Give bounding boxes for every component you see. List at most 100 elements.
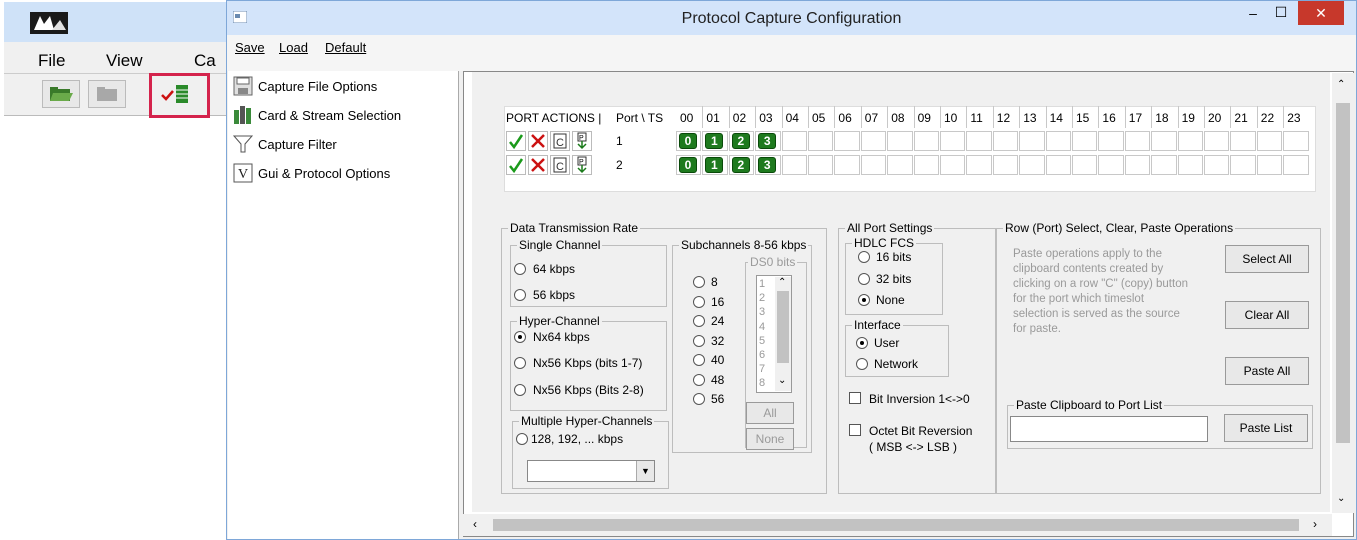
radio-64kbps[interactable] [514,263,526,275]
timeslot-cell[interactable]: 1 [702,155,728,175]
menu-save[interactable]: Save [235,40,265,55]
timeslot-header[interactable]: 15 [1076,111,1089,125]
timeslot-cell[interactable] [834,155,860,175]
timeslot-cell[interactable] [1124,131,1151,151]
nav-item-gui-protocol-options[interactable]: V Gui & Protocol Options [232,162,457,186]
timeslot-header[interactable]: 10 [944,111,957,125]
minimize-button[interactable]: – [1242,1,1264,25]
timeslot-header[interactable]: 03 [759,111,772,125]
radio-user[interactable] [856,337,868,349]
scroll-down-icon[interactable]: ⌄ [778,375,786,386]
row-action-check-button[interactable] [506,155,526,175]
timeslot-cell[interactable] [1072,131,1098,151]
timeslot-header[interactable]: 00 [680,111,693,125]
radio-16-bits[interactable] [858,251,870,263]
menu-view[interactable]: View [106,51,143,71]
timeslot-cell[interactable] [1019,131,1045,151]
ds0-all-button[interactable]: All [746,402,794,424]
timeslot-header[interactable]: 09 [918,111,931,125]
timeslot-header[interactable]: 17 [1129,111,1142,125]
timeslot-cell[interactable] [1151,155,1177,175]
octet-reversal-checkbox[interactable] [849,424,861,436]
timeslot-cell[interactable] [1177,131,1203,151]
timeslot-cell[interactable] [1151,131,1177,151]
row-action-check-button[interactable] [506,131,526,151]
timeslot-cell[interactable] [940,155,966,175]
radio-56kbps[interactable] [514,289,526,301]
timeslot-header[interactable]: 23 [1287,111,1300,125]
timeslot-cell[interactable]: 2 [728,155,755,175]
timeslot-cell[interactable] [966,131,992,151]
timeslot-cell[interactable] [1098,155,1124,175]
timeslot-cell[interactable] [1045,155,1071,175]
scroll-up-icon[interactable]: ⌃ [778,277,786,288]
vertical-scrollbar[interactable]: ⌃ ⌄ [1332,73,1354,513]
timeslot-cell[interactable] [1256,155,1283,175]
timeslot-header[interactable]: 11 [970,111,982,125]
scroll-down-icon[interactable]: ⌄ [1337,493,1345,504]
ds0-none-button[interactable]: None [746,428,794,450]
menu-file[interactable]: File [38,51,65,71]
timeslot-cell[interactable] [860,155,887,175]
timeslot-header[interactable]: 05 [812,111,825,125]
timeslot-cell[interactable] [1019,155,1045,175]
timeslot-header[interactable]: 20 [1208,111,1221,125]
timeslot-header[interactable]: 01 [706,111,719,125]
timeslot-cell[interactable] [940,131,966,151]
scroll-right-icon[interactable]: › [1313,517,1317,531]
ds0-scroll-thumb[interactable] [777,291,789,363]
timeslot-cell[interactable] [1256,131,1283,151]
timeslot-header[interactable]: 04 [786,111,799,125]
timeslot-cell[interactable]: 0 [676,131,702,151]
radio-32-bits[interactable] [858,273,870,285]
timeslot-header[interactable]: 08 [891,111,904,125]
timeslot-header[interactable]: 12 [997,111,1010,125]
nav-item-capture-file-options[interactable]: Capture File Options [232,75,457,99]
radio-nx64[interactable] [514,331,526,343]
timeslot-header[interactable]: 18 [1155,111,1168,125]
horizontal-scroll-thumb[interactable] [493,519,1299,531]
row-action-copy-button[interactable]: C [550,131,570,151]
timeslot-cell[interactable] [834,131,860,151]
radio-nx56-bits-2-8[interactable] [514,384,526,396]
timeslot-header[interactable]: 14 [1050,111,1063,125]
ds0-bit-item[interactable]: 4 [759,321,765,333]
timeslot-header[interactable]: 07 [865,111,878,125]
paste-list-button[interactable]: Paste List [1224,414,1308,442]
radio-subchannel-16[interactable] [693,295,705,308]
ds0-bit-item[interactable]: 8 [759,377,765,389]
vertical-scroll-thumb[interactable] [1336,103,1350,443]
timeslot-cell[interactable] [966,155,992,175]
select-all-button[interactable]: Select All [1225,245,1309,273]
radio-none[interactable] [858,294,870,306]
chevron-down-icon[interactable]: ▼ [636,461,654,481]
radio-multi-hyper[interactable] [516,433,528,445]
radio-subchannel-48[interactable] [693,373,705,386]
timeslot-cell[interactable] [1098,131,1124,151]
scroll-left-icon[interactable]: ‹ [473,517,477,531]
ds0-bit-item[interactable]: 1 [759,278,765,290]
timeslot-cell[interactable] [913,131,939,151]
radio-subchannel-8[interactable] [693,276,705,288]
bit-inversion-checkbox[interactable] [849,392,861,404]
radio-subchannel-24[interactable] [693,315,705,327]
row-action-x-button[interactable] [528,155,548,175]
timeslot-cell[interactable] [860,131,887,151]
timeslot-header[interactable]: 16 [1102,111,1115,125]
timeslot-cell[interactable] [1045,131,1071,151]
timeslot-cell[interactable]: 3 [755,131,781,151]
timeslot-cell[interactable] [808,131,834,151]
timeslot-cell[interactable] [781,155,807,175]
scroll-up-icon[interactable]: ⌃ [1337,79,1345,90]
timeslot-cell[interactable] [808,155,834,175]
timeslot-header[interactable]: 22 [1261,111,1274,125]
ds0-bit-item[interactable]: 5 [759,335,765,347]
open-folder-button[interactable] [42,80,80,108]
maximize-button[interactable]: ☐ [1269,1,1293,25]
row-action-x-button[interactable] [528,131,548,151]
timeslot-cell[interactable] [1177,155,1203,175]
timeslot-header[interactable]: 21 [1234,111,1247,125]
radio-subchannel-40[interactable] [693,354,705,366]
menu-truncated[interactable]: Ca [194,51,216,71]
timeslot-header[interactable]: 19 [1182,111,1195,125]
